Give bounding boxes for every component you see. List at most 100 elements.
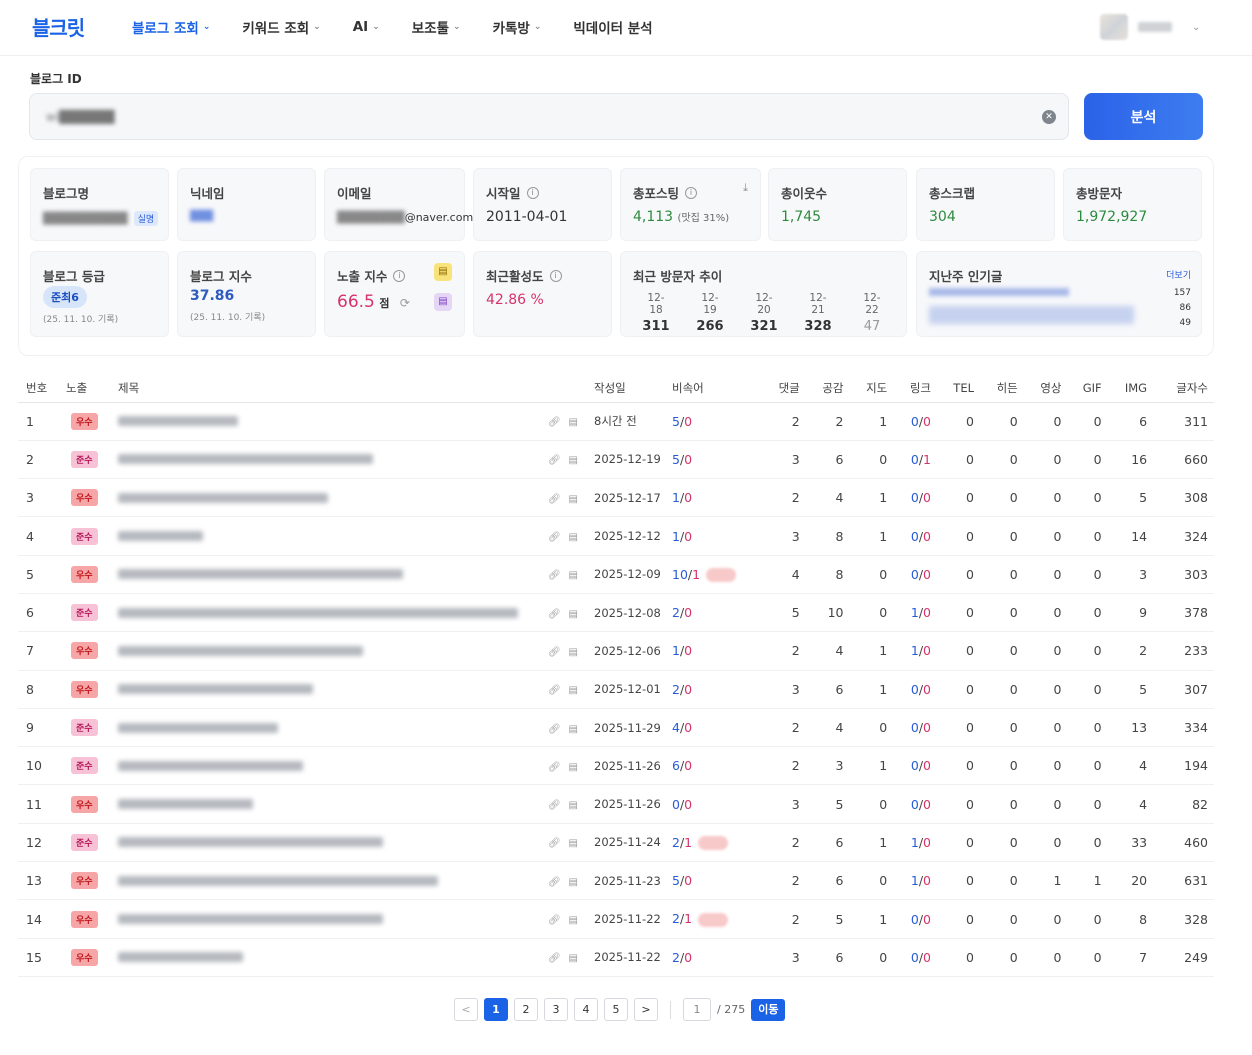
post-title[interactable] — [118, 722, 278, 733]
user-menu[interactable]: ⌄ — [1100, 14, 1200, 40]
link-icon[interactable]: 🔗︎ — [548, 838, 561, 850]
post-title[interactable] — [118, 569, 403, 580]
link-icon[interactable]: 🔗︎ — [548, 609, 561, 621]
document-icon[interactable]: ▤ — [566, 647, 578, 659]
post-title[interactable] — [118, 799, 253, 810]
document-icon[interactable]: ▤ — [566, 455, 578, 467]
popular-post-title[interactable] — [929, 306, 1134, 324]
profanity-keyword[interactable] — [698, 912, 729, 927]
table-row[interactable]: 13 우수 🔗︎ ▤ 2025-11-23 5/0 2 6 0 1/0 0 0 1 1 20 631 — [18, 861, 1214, 901]
col-link[interactable]: 링크 — [893, 374, 937, 403]
link-icon[interactable]: 🔗︎ — [548, 915, 561, 927]
post-title[interactable] — [118, 875, 438, 886]
document-icon[interactable]: ▤ — [434, 263, 452, 281]
nav-keyword-lookup[interactable]: 키워드 조회 ⌄ — [242, 17, 320, 37]
info-icon[interactable]: i — [549, 269, 562, 282]
more-link[interactable]: 더보기 — [1166, 268, 1191, 281]
link-icon[interactable]: 🔗︎ — [548, 494, 561, 506]
document-icon[interactable]: ▤ — [434, 293, 452, 311]
col-exposure[interactable]: 노출 — [66, 374, 118, 403]
col-img[interactable]: IMG — [1107, 374, 1154, 403]
link-icon[interactable]: 🔗︎ — [548, 417, 561, 429]
logo[interactable]: 블크릿 — [32, 12, 85, 41]
document-icon[interactable]: ▤ — [566, 953, 578, 965]
col-map[interactable]: 지도 — [849, 374, 894, 403]
post-title[interactable] — [118, 645, 363, 656]
document-icon[interactable]: ▤ — [566, 494, 578, 506]
post-title[interactable] — [118, 684, 313, 695]
clear-icon[interactable]: ✕ — [1042, 110, 1056, 124]
post-title[interactable] — [118, 607, 518, 618]
refresh-icon[interactable]: ⟳ — [400, 296, 410, 310]
prev-page-button[interactable]: < — [454, 998, 478, 1021]
col-profanity[interactable]: 비속어 — [672, 374, 762, 403]
analyze-button[interactable]: 분석 — [1084, 93, 1203, 140]
col-date[interactable]: 작성일 — [594, 374, 672, 403]
page-button[interactable]: 1 — [484, 998, 508, 1021]
document-icon[interactable]: ▤ — [566, 532, 578, 544]
post-title[interactable] — [118, 952, 243, 963]
document-icon[interactable]: ▤ — [566, 915, 578, 927]
link-icon[interactable]: 🔗︎ — [548, 724, 561, 736]
document-icon[interactable]: ▤ — [566, 685, 578, 697]
info-icon[interactable]: i — [685, 186, 698, 199]
link-icon[interactable]: 🔗︎ — [548, 877, 561, 889]
document-icon[interactable]: ▤ — [566, 838, 578, 850]
table-row[interactable]: 9 준수 🔗︎ ▤ 2025-11-29 4/0 2 4 0 0/0 0 0 0 0 13 334 — [18, 708, 1214, 748]
document-icon[interactable]: ▤ — [566, 877, 578, 889]
col-title[interactable]: 제목 — [118, 374, 538, 403]
link-icon[interactable]: 🔗︎ — [548, 532, 561, 544]
link-icon[interactable]: 🔗︎ — [548, 647, 561, 659]
table-row[interactable]: 8 우수 🔗︎ ▤ 2025-12-01 2/0 3 6 1 0/0 0 0 0 0 5 307 — [18, 670, 1214, 709]
col-video[interactable]: 영상 — [1023, 374, 1068, 403]
link-icon[interactable]: 🔗︎ — [548, 685, 561, 697]
popular-post-title[interactable] — [929, 288, 1069, 296]
nav-bigdata[interactable]: 빅데이터 분석 — [573, 17, 652, 37]
post-title[interactable] — [118, 914, 383, 924]
table-row[interactable]: 2 준수 🔗︎ ▤ 2025-12-19 5/0 3 6 0 0/1 0 0 0 0 16 660 — [18, 440, 1214, 480]
nav-tools[interactable]: 보조툴 ⌄ — [412, 17, 461, 37]
nav-ai[interactable]: AI ⌄ — [353, 17, 380, 37]
document-icon[interactable]: ▤ — [566, 800, 578, 812]
info-icon[interactable]: i — [526, 186, 539, 199]
page-button[interactable]: 3 — [544, 998, 568, 1021]
page-button[interactable]: 5 — [604, 998, 628, 1021]
profanity-keyword[interactable] — [698, 836, 729, 851]
col-likes[interactable]: 공감 — [805, 374, 850, 403]
post-title[interactable] — [118, 454, 373, 465]
post-title[interactable] — [118, 837, 383, 848]
link-icon[interactable]: 🔗︎ — [548, 953, 561, 965]
table-row[interactable]: 4 준수 🔗︎ ▤ 2025-12-12 1/0 3 8 1 0/0 0 0 0 0 14 324 — [18, 516, 1214, 556]
col-hidden[interactable]: 히든 — [980, 374, 1024, 403]
post-title[interactable] — [118, 531, 203, 542]
go-page-button[interactable]: 이동 — [751, 998, 786, 1021]
post-title[interactable] — [118, 416, 238, 427]
document-icon[interactable]: ▤ — [566, 724, 578, 736]
info-icon[interactable]: i — [393, 269, 406, 282]
page-button[interactable]: 4 — [574, 998, 598, 1021]
document-icon[interactable]: ▤ — [566, 417, 578, 429]
col-comments[interactable]: 댓글 — [762, 374, 806, 403]
table-row[interactable]: 15 우수 🔗︎ ▤ 2025-11-22 2/0 3 6 0 0/0 0 0 0 0 7 249 — [18, 938, 1214, 977]
table-row[interactable]: 10 준수 🔗︎ ▤ 2025-11-26 6/0 2 3 1 0/0 0 0 0 0 4 194 — [18, 746, 1214, 786]
table-row[interactable]: 14 우수 🔗︎ ▤ 2025-11-22 2/1 2 5 1 0/0 0 0 0 0 8 328 — [18, 899, 1214, 939]
post-title[interactable] — [118, 492, 328, 503]
table-row[interactable]: 5 우수 🔗︎ ▤ 2025-12-09 10/1 4 8 0 0/0 0 0 0 0 3 303 — [18, 555, 1214, 594]
table-row[interactable]: 12 준수 🔗︎ ▤ 2025-11-24 2/1 2 6 1 1/0 0 0 0 0 33 460 — [18, 823, 1214, 863]
link-icon[interactable]: 🔗︎ — [548, 570, 561, 582]
table-row[interactable]: 3 우수 🔗︎ ▤ 2025-12-17 1/0 2 4 1 0/0 0 0 0 0 5 308 — [18, 478, 1214, 518]
document-icon[interactable]: ▤ — [566, 762, 578, 774]
nav-blog-lookup[interactable]: 블로그 조회 ⌄ — [132, 17, 210, 37]
table-row[interactable]: 1 우수 🔗︎ ▤ 8시간 전 5/0 2 2 1 0/0 0 0 0 0 6 311 — [18, 402, 1214, 441]
col-length[interactable]: 글자수 — [1153, 374, 1214, 403]
link-icon[interactable]: 🔗︎ — [548, 800, 561, 812]
table-row[interactable]: 7 우수 🔗︎ ▤ 2025-12-06 1/0 2 4 1 1/0 0 0 0 0 2 233 — [18, 631, 1214, 671]
page-number-input[interactable]: 1 — [683, 998, 711, 1021]
col-gif[interactable]: GIF — [1067, 374, 1108, 403]
table-row[interactable]: 6 준수 🔗︎ ▤ 2025-12-08 2/0 5 10 0 1/0 0 0 0 0 9 378 — [18, 593, 1214, 633]
page-button[interactable]: 2 — [514, 998, 538, 1021]
document-icon[interactable]: ▤ — [566, 609, 578, 621]
table-row[interactable]: 11 우수 🔗︎ ▤ 2025-11-26 0/0 3 5 0 0/0 0 0 0 0 4 82 — [18, 784, 1214, 824]
profanity-keyword[interactable] — [706, 568, 737, 583]
next-page-button[interactable]: > — [634, 998, 658, 1021]
